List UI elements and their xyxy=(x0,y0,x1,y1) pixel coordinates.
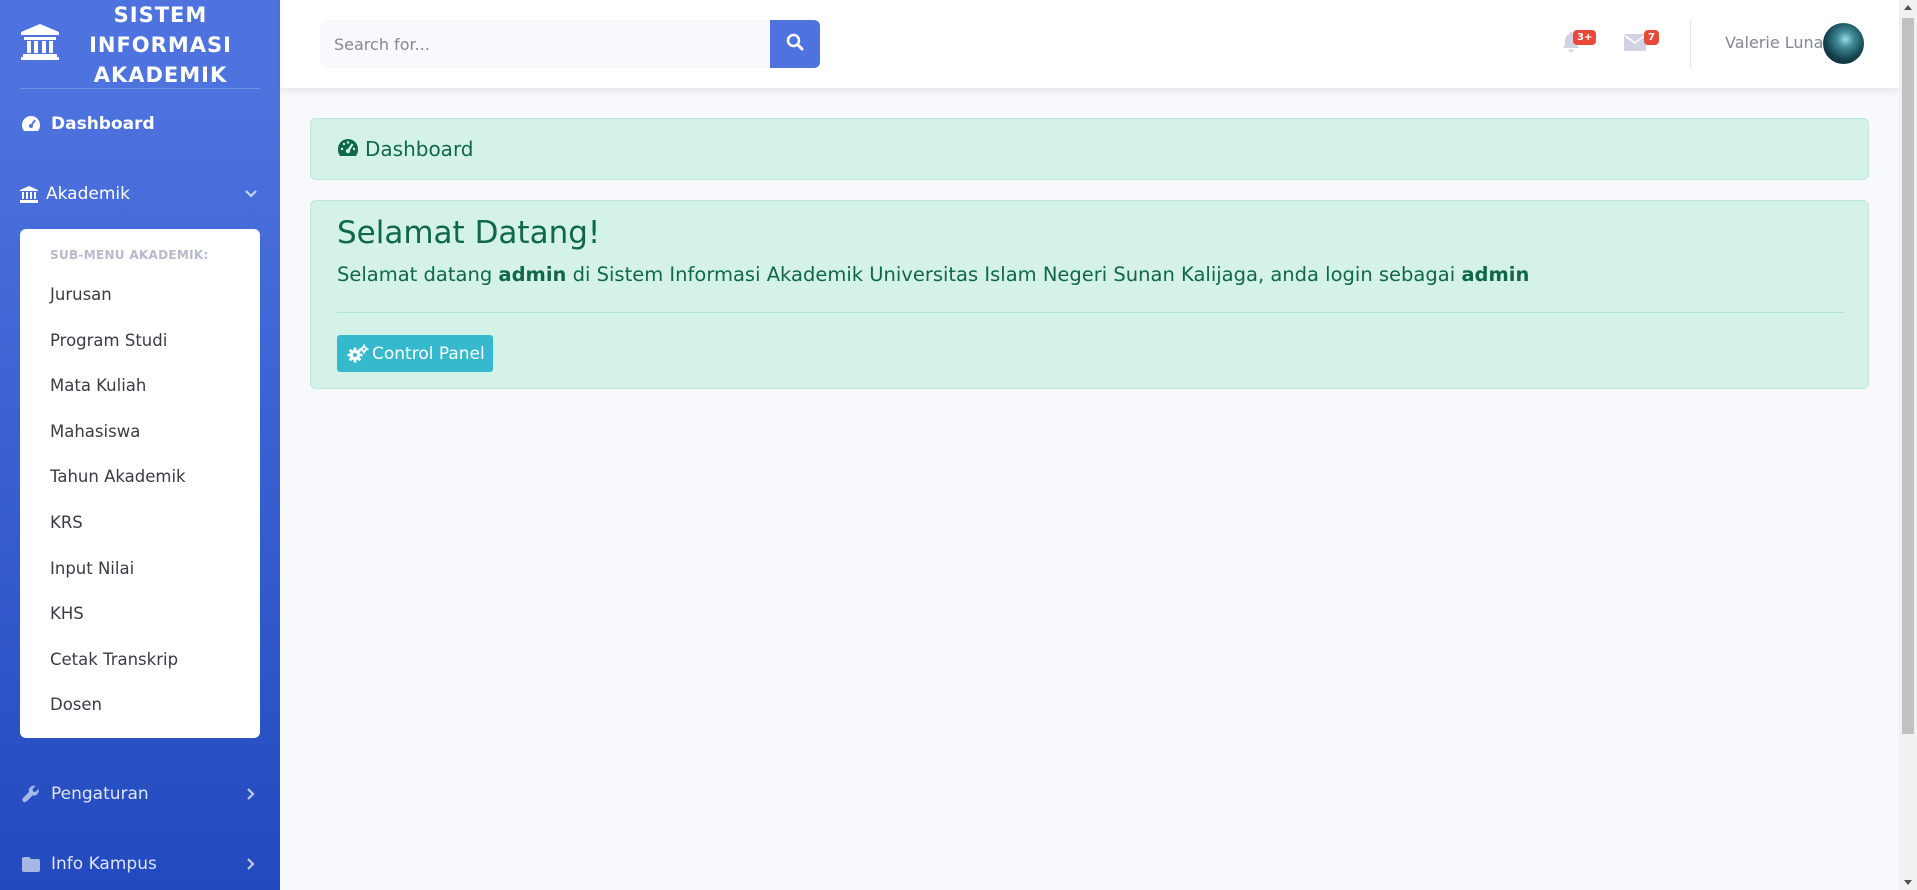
brand[interactable]: SISTEM INFORMASI AKADEMIK xyxy=(0,0,280,88)
sidebar-item-info-kampus[interactable]: Info Kampus xyxy=(0,839,280,889)
wrench-icon xyxy=(20,783,42,805)
control-panel-label: Control Panel xyxy=(372,343,485,364)
sidebar-item-label: Akademik xyxy=(46,184,130,204)
search-button[interactable] xyxy=(770,20,820,68)
sidebar-item-dashboard[interactable]: Dashboard xyxy=(0,99,280,149)
avatar[interactable] xyxy=(1823,23,1864,64)
sidebar-item-label: Pengaturan xyxy=(51,784,149,804)
submenu-item-program-studi[interactable]: Program Studi xyxy=(50,331,167,350)
tachometer-icon xyxy=(20,113,42,135)
chevron-right-icon xyxy=(244,856,258,870)
submenu-item-dosen[interactable]: Dosen xyxy=(50,695,102,714)
sidebar-divider xyxy=(20,88,260,89)
control-panel-button[interactable]: Control Panel xyxy=(337,335,493,372)
chevron-right-icon xyxy=(244,786,258,800)
welcome-message: Selamat datang admin di Sistem Informasi… xyxy=(337,263,1530,286)
university-icon xyxy=(20,183,38,205)
sidebar-item-akademik[interactable]: Akademik xyxy=(0,169,280,219)
submenu-item-mahasiswa[interactable]: Mahasiswa xyxy=(50,422,140,441)
cogs-icon xyxy=(347,344,369,364)
brand-title: SISTEM INFORMASI AKADEMIK xyxy=(89,3,232,87)
scroll-thumb[interactable] xyxy=(1902,18,1914,734)
alerts-count-badge: 3+ xyxy=(1573,30,1597,45)
breadcrumb: Dashboard xyxy=(310,118,1869,180)
sidebar-item-label: Info Kampus xyxy=(51,854,157,874)
university-icon xyxy=(20,24,60,60)
scroll-up-arrow[interactable] xyxy=(1904,5,1912,10)
scroll-down-arrow[interactable] xyxy=(1904,880,1912,885)
welcome-username: admin xyxy=(498,263,567,286)
page-scrollbar[interactable] xyxy=(1899,0,1917,890)
search-icon xyxy=(786,33,804,55)
messages-count-badge: 7 xyxy=(1644,30,1659,45)
tachometer-icon xyxy=(337,138,359,160)
submenu-item-krs[interactable]: KRS xyxy=(50,513,83,532)
user-name[interactable]: Valerie Luna xyxy=(1725,33,1823,52)
submenu-item-tahun-akademik[interactable]: Tahun Akademik xyxy=(50,467,186,486)
submenu-item-input-nilai[interactable]: Input Nilai xyxy=(50,559,134,578)
divider xyxy=(337,312,1844,313)
submenu-header: SUB-MENU AKADEMIK: xyxy=(50,248,209,262)
submenu-item-mata-kuliah[interactable]: Mata Kuliah xyxy=(50,376,146,395)
sidebar: SISTEM INFORMASI AKADEMIK Dashboard Akad… xyxy=(0,0,280,890)
page-title: Selamat Datang! xyxy=(337,215,601,251)
breadcrumb-label: Dashboard xyxy=(365,137,474,161)
topbar-divider xyxy=(1690,20,1691,68)
welcome-card: Selamat Datang! Selamat datang admin di … xyxy=(310,200,1869,389)
submenu-item-jurusan[interactable]: Jurusan xyxy=(50,285,112,304)
sidebar-item-label: Dashboard xyxy=(51,114,155,134)
chevron-down-icon xyxy=(244,186,258,200)
sidebar-item-pengaturan[interactable]: Pengaturan xyxy=(0,769,280,819)
topbar: 3+ 7 Valerie Luna xyxy=(280,0,1899,88)
submenu-item-khs[interactable]: KHS xyxy=(50,604,84,623)
folder-icon xyxy=(20,853,42,875)
welcome-role: admin xyxy=(1461,263,1530,286)
submenu-akademik: SUB-MENU AKADEMIK: Jurusan Program Studi… xyxy=(20,229,260,738)
search-input[interactable] xyxy=(320,20,771,68)
envelope-icon xyxy=(1624,33,1646,55)
submenu-item-cetak-transkrip[interactable]: Cetak Transkrip xyxy=(50,650,178,669)
